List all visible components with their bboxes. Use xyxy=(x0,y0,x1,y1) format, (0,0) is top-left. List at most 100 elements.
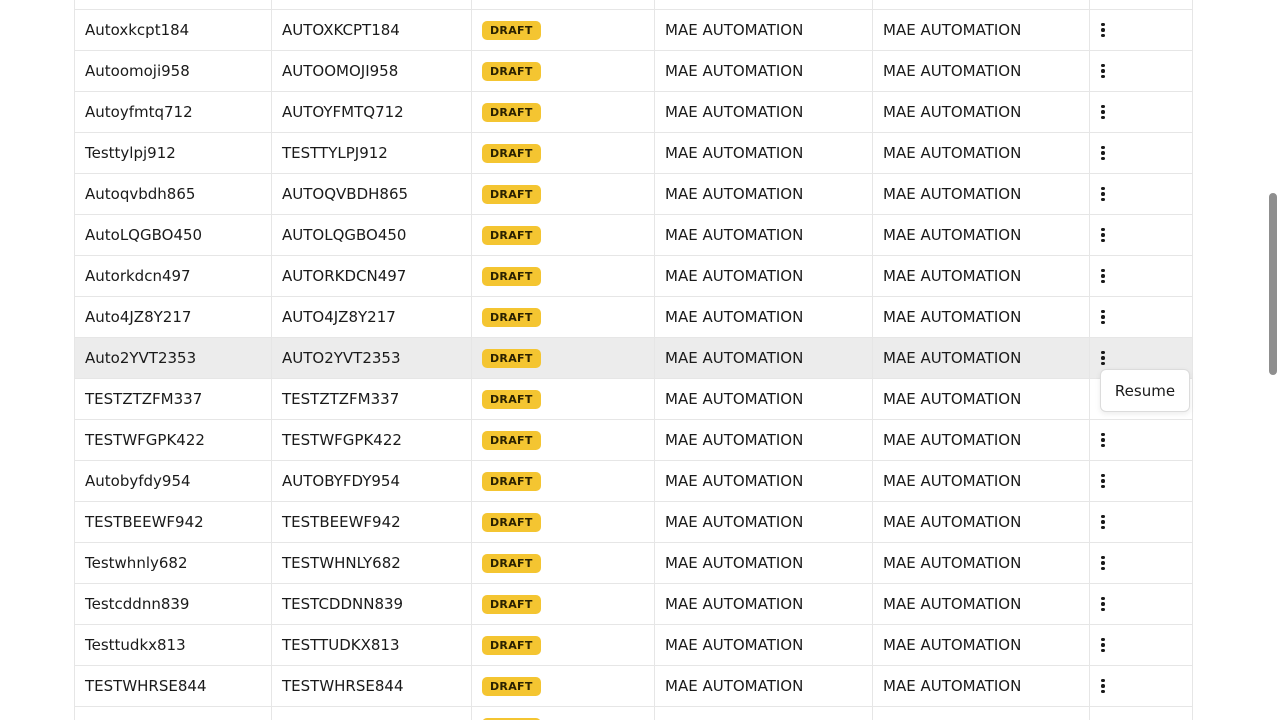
record-name: TESTWHRSE844 xyxy=(85,677,207,695)
updated-by-cell xyxy=(873,707,1090,720)
created-by-cell: MAE AUTOMATION xyxy=(655,502,873,542)
table-row[interactable]: Auto4JZ8Y217 AUTO4JZ8Y217 DRAFT MAE AUTOMAT… xyxy=(75,297,1192,338)
actions-cell xyxy=(1090,707,1192,720)
actions-cell xyxy=(1090,92,1192,132)
created-by-cell: MAE AUTOMATION xyxy=(655,625,873,665)
table-row[interactable]: TESTWFGPK422 TESTWFGPK422 DRAFT MAE AUTOMAT… xyxy=(75,420,1192,461)
code-cell: TESTCDDNN839 xyxy=(272,584,472,624)
table-row[interactable]: Autoyfmtq712 AUTOYFMTQ712 DRAFT MAE AUTOMAT… xyxy=(75,92,1192,133)
kebab-dot xyxy=(1101,648,1105,653)
updated-by: MAE AUTOMATION xyxy=(883,144,1022,162)
created-by-cell: MAE AUTOMATION xyxy=(655,584,873,624)
created-by: MAE AUTOMATION xyxy=(665,267,804,285)
created-by: MAE AUTOMATION xyxy=(665,636,804,654)
actions-cell xyxy=(1090,297,1192,337)
status-badge: DRAFT xyxy=(482,512,541,532)
code-cell: AUTOLQGBO450 xyxy=(272,215,472,255)
status-cell xyxy=(472,0,655,9)
more-vertical-icon[interactable] xyxy=(1091,633,1115,657)
created-by: MAE AUTOMATION xyxy=(665,513,804,531)
kebab-dot xyxy=(1101,361,1105,366)
table-row[interactable]: Auto2YVT2353 AUTO2YVT2353 DRAFT MAE AUTOMAT… xyxy=(75,338,1192,379)
updated-by: MAE AUTOMATION xyxy=(883,226,1022,244)
table-row[interactable]: Testwhnly682 TESTWHNLY682 DRAFT MAE AUTOMAT… xyxy=(75,543,1192,584)
table-row[interactable]: Autoomoji958 AUTOOMOJI958 DRAFT MAE AUTOMAT… xyxy=(75,51,1192,92)
more-vertical-icon[interactable] xyxy=(1091,469,1115,493)
updated-by-cell: MAE AUTOMATION xyxy=(873,543,1090,583)
status-cell: DRAFT xyxy=(472,625,655,665)
created-by-cell: MAE AUTOMATION xyxy=(655,133,873,173)
table-row[interactable]: TESTZTZFM337 TESTZTZFM337 DRAFT MAE AUTOMAT… xyxy=(75,379,1192,420)
table-row[interactable]: Autoxkcpt184 AUTOXKCPT184 DRAFT MAE AUTOMAT… xyxy=(75,10,1192,51)
updated-by-cell: MAE AUTOMATION xyxy=(873,215,1090,255)
kebab-dot xyxy=(1101,33,1105,38)
more-vertical-icon[interactable] xyxy=(1091,100,1115,124)
updated-by: MAE AUTOMATION xyxy=(883,513,1022,531)
more-vertical-icon[interactable] xyxy=(1091,305,1115,329)
code-cell xyxy=(272,707,472,720)
more-vertical-icon[interactable] xyxy=(1091,428,1115,452)
table-row[interactable]: Autobyfdy954 AUTOBYFDY954 DRAFT MAE AUTOMAT… xyxy=(75,461,1192,502)
table-row[interactable]: AutoLQGBO450 AUTOLQGBO450 DRAFT MAE AUTOMAT… xyxy=(75,215,1192,256)
more-vertical-icon[interactable] xyxy=(1091,674,1115,698)
table-row[interactable]: Autorkdcn497 AUTORKDCN497 DRAFT MAE AUTOMAT… xyxy=(75,256,1192,297)
kebab-dot xyxy=(1101,596,1105,601)
actions-cell xyxy=(1090,0,1192,9)
kebab-dot xyxy=(1101,69,1105,73)
created-by: MAE AUTOMATION xyxy=(665,144,804,162)
updated-by: MAE AUTOMATION xyxy=(883,636,1022,654)
record-name: Autoomoji958 xyxy=(85,62,190,80)
name-cell: Testcddnn839 xyxy=(75,584,272,624)
code-cell: AUTOYFMTQ712 xyxy=(272,92,472,132)
created-by: MAE AUTOMATION xyxy=(665,349,804,367)
name-cell: Testtylpj912 xyxy=(75,133,272,173)
updated-by-cell: MAE AUTOMATION xyxy=(873,10,1090,50)
created-by-cell: MAE AUTOMATION xyxy=(655,297,873,337)
more-vertical-icon[interactable] xyxy=(1091,264,1115,288)
more-vertical-icon[interactable] xyxy=(1091,182,1115,206)
table-row[interactable]: Testtudkx813 TESTTUDKX813 DRAFT MAE AUTOMAT… xyxy=(75,625,1192,666)
table-row[interactable]: Autoqvbdh865 AUTOQVBDH865 DRAFT MAE AUTOMAT… xyxy=(75,174,1192,215)
created-by-cell: MAE AUTOMATION xyxy=(655,420,873,460)
more-vertical-icon[interactable] xyxy=(1091,18,1115,42)
table-row[interactable]: TESTBEEWF942 TESTBEEWF942 DRAFT MAE AUTOMAT… xyxy=(75,502,1192,543)
kebab-dot xyxy=(1101,514,1105,519)
table-row[interactable] xyxy=(75,0,1192,10)
record-code: AUTOBYFDY954 xyxy=(282,472,400,490)
created-by-cell: MAE AUTOMATION xyxy=(655,666,873,706)
name-cell: Auto2YVT2353 xyxy=(75,338,272,378)
status-cell: DRAFT xyxy=(472,133,655,173)
kebab-dot xyxy=(1101,151,1105,155)
more-vertical-icon[interactable] xyxy=(1091,223,1115,247)
updated-by-cell: MAE AUTOMATION xyxy=(873,174,1090,214)
kebab-dot xyxy=(1101,561,1105,565)
kebab-dot xyxy=(1101,555,1105,560)
record-code: TESTCDDNN839 xyxy=(282,595,404,613)
more-vertical-icon[interactable] xyxy=(1091,551,1115,575)
record-name: Autorkdcn497 xyxy=(85,267,191,285)
more-vertical-icon[interactable] xyxy=(1091,510,1115,534)
more-vertical-icon[interactable] xyxy=(1091,59,1115,83)
scrollbar-track[interactable] xyxy=(1266,0,1280,720)
table-row[interactable]: Testtylpj912 TESTTYLPJ912 DRAFT MAE AUTOMAT… xyxy=(75,133,1192,174)
kebab-dot xyxy=(1101,63,1105,68)
created-by: MAE AUTOMATION xyxy=(665,472,804,490)
table-row[interactable]: DRAFT xyxy=(75,707,1192,720)
updated-by-cell: MAE AUTOMATION xyxy=(873,133,1090,173)
updated-by-cell: MAE AUTOMATION xyxy=(873,297,1090,337)
table-row[interactable]: TESTWHRSE844 TESTWHRSE844 DRAFT MAE AUTOMAT… xyxy=(75,666,1192,707)
name-cell: TESTWFGPK422 xyxy=(75,420,272,460)
resume-menu-item[interactable]: Resume xyxy=(1115,382,1175,400)
more-vertical-icon[interactable] xyxy=(1091,141,1115,165)
record-name: Autoyfmtq712 xyxy=(85,103,193,121)
more-vertical-icon[interactable] xyxy=(1091,346,1115,370)
viewport: Autoxkcpt184 AUTOXKCPT184 DRAFT MAE AUTOMAT… xyxy=(0,0,1280,720)
kebab-dot xyxy=(1101,484,1105,489)
kebab-dot xyxy=(1101,637,1105,642)
table-row[interactable]: Testcddnn839 TESTCDDNN839 DRAFT MAE AUTOMAT… xyxy=(75,584,1192,625)
created-by: MAE AUTOMATION xyxy=(665,554,804,572)
kebab-dot xyxy=(1101,356,1105,360)
scrollbar-thumb[interactable] xyxy=(1269,193,1277,375)
updated-by: MAE AUTOMATION xyxy=(883,431,1022,449)
more-vertical-icon[interactable] xyxy=(1091,592,1115,616)
